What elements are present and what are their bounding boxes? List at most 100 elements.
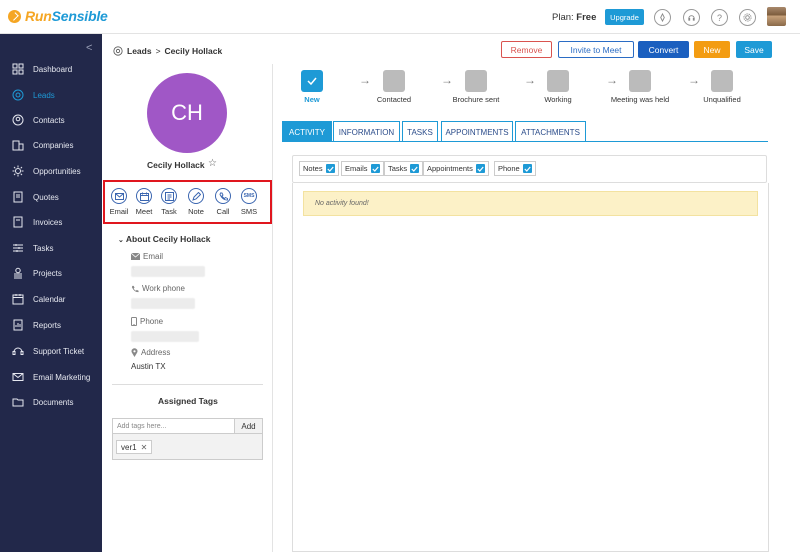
email-action[interactable]: Email xyxy=(108,188,130,216)
call-action[interactable]: Call xyxy=(212,188,234,216)
sidebar-item-quotes[interactable]: Quotes xyxy=(0,186,102,208)
sidebar-item-documents[interactable]: Documents xyxy=(0,391,102,413)
assigned-tags-title: Assigned Tags xyxy=(158,396,218,406)
stage-new-step[interactable] xyxy=(301,70,323,92)
note-action[interactable]: Note xyxy=(185,188,207,216)
sidebar-item-support-ticket[interactable]: Support Ticket xyxy=(0,340,102,362)
call-action-label: Call xyxy=(216,207,230,216)
runsensible-logo[interactable]: RunSensible xyxy=(8,8,108,24)
stage-contacted-label: Contacted xyxy=(376,95,412,104)
filter-emails-label: Emails xyxy=(345,164,368,173)
no-activity-alert: No activity found! xyxy=(303,191,758,216)
phone-icon xyxy=(215,188,231,204)
filter-tasks[interactable]: Tasks xyxy=(384,161,424,176)
favorite-star-icon[interactable]: ☆ xyxy=(208,158,217,169)
lead-avatar: CH xyxy=(147,73,227,153)
mobile-icon xyxy=(131,317,137,326)
stage-unqualified-step[interactable] xyxy=(711,70,733,92)
contacts-icon xyxy=(11,113,25,127)
remove-button[interactable]: Remove xyxy=(501,41,552,58)
breadcrumb: Leads > Cecily Hollack xyxy=(113,46,222,56)
sidebar-item-contacts[interactable]: Contacts xyxy=(0,109,102,131)
add-tag-button[interactable]: Add xyxy=(234,418,263,434)
logo-text-sensible: Sensible xyxy=(51,8,108,24)
stage-working-step[interactable] xyxy=(547,70,569,92)
email-value-redacted[interactable] xyxy=(131,266,205,277)
tab-activity[interactable]: ACTIVITY xyxy=(282,121,332,142)
map-marker-icon xyxy=(131,348,138,357)
phone-field-label: Phone xyxy=(131,317,163,326)
breadcrumb-current: Cecily Hollack xyxy=(164,46,223,56)
tags-input[interactable]: Add tags here... xyxy=(112,418,235,434)
activity-panel xyxy=(292,183,769,552)
upgrade-button[interactable]: Upgrade xyxy=(605,9,644,25)
sms-icon: SMS xyxy=(241,188,257,204)
stage-brochure-sent-step[interactable] xyxy=(465,70,487,92)
collapse-sidebar-icon[interactable]: < xyxy=(86,42,92,54)
tab-tasks[interactable]: TASKS xyxy=(402,121,438,142)
rocket-icon[interactable] xyxy=(654,9,671,26)
tab-attachments[interactable]: ATTACHMENTS xyxy=(515,121,586,142)
note-action-label: Note xyxy=(188,207,204,216)
sidebar-item-projects[interactable]: Projects xyxy=(0,262,102,284)
checkbox-checked-icon xyxy=(325,164,335,173)
breadcrumb-parent[interactable]: Leads xyxy=(127,46,152,56)
work-phone-field-label: Work phone xyxy=(131,284,185,293)
address-label: Address xyxy=(141,348,171,357)
sidebar-item-reports[interactable]: Reports xyxy=(0,314,102,336)
settings-icon[interactable] xyxy=(739,9,756,26)
stage-meeting-held-step[interactable] xyxy=(629,70,651,92)
tab-information[interactable]: INFORMATION xyxy=(333,121,400,142)
leads-icon xyxy=(11,88,25,102)
headset-icon[interactable] xyxy=(683,9,700,26)
sidebar-item-label: Calendar xyxy=(33,294,66,304)
convert-button[interactable]: Convert xyxy=(638,41,689,58)
about-section-title[interactable]: ⌄ About Cecily Hollack xyxy=(118,234,210,244)
sidebar-item-tasks[interactable]: Tasks xyxy=(0,237,102,259)
new-button[interactable]: New xyxy=(694,41,730,58)
sms-action-label: SMS xyxy=(240,207,258,216)
help-icon[interactable]: ? xyxy=(711,9,728,26)
work-phone-label: Work phone xyxy=(142,284,185,293)
sidebar-item-label: Contacts xyxy=(33,115,65,125)
task-action[interactable]: Task xyxy=(158,188,180,216)
arrow-right-icon: → xyxy=(606,73,618,87)
address-field-label: Address xyxy=(131,348,170,357)
meet-icon xyxy=(136,188,152,204)
quotes-icon xyxy=(11,190,25,204)
sidebar-item-email-marketing[interactable]: Email Marketing xyxy=(0,366,102,388)
filter-emails[interactable]: Emails xyxy=(341,161,384,176)
sidebar-item-label: Companies xyxy=(33,140,74,150)
sidebar-item-label: Quotes xyxy=(33,192,59,202)
top-bar: RunSensible Plan: Free Upgrade ? xyxy=(0,0,800,34)
phone-value-redacted[interactable] xyxy=(131,331,199,342)
task-icon xyxy=(161,188,177,204)
email-icon xyxy=(111,188,127,204)
invite-to-meet-button[interactable]: Invite to Meet xyxy=(558,41,634,58)
sms-action[interactable]: SMS SMS xyxy=(238,188,260,216)
sidebar-item-label: Dashboard xyxy=(33,64,73,74)
filter-notes[interactable]: Notes xyxy=(299,161,339,176)
stage-contacted-step[interactable] xyxy=(383,70,405,92)
filter-phone[interactable]: Phone xyxy=(494,161,536,176)
meet-action[interactable]: Meet xyxy=(133,188,155,216)
opportunities-icon xyxy=(11,164,25,178)
remove-tag-icon[interactable]: ✕ xyxy=(141,443,148,452)
sidebar-item-leads[interactable]: Leads xyxy=(0,84,102,106)
sidebar-item-dashboard[interactable]: Dashboard xyxy=(0,58,102,80)
filter-appointments[interactable]: Appointments xyxy=(423,161,489,176)
sidebar-item-companies[interactable]: Companies xyxy=(0,134,102,156)
sidebar-item-invoices[interactable]: Invoices xyxy=(0,211,102,233)
companies-icon xyxy=(11,138,25,152)
filter-appointments-label: Appointments xyxy=(427,164,473,173)
sidebar-item-opportunities[interactable]: Opportunities xyxy=(0,160,102,182)
tab-appointments[interactable]: APPOINTMENTS xyxy=(441,121,513,142)
user-avatar[interactable] xyxy=(767,7,786,26)
checkbox-checked-icon xyxy=(370,164,380,173)
sidebar-item-calendar[interactable]: Calendar xyxy=(0,288,102,310)
tabs-underline xyxy=(282,141,768,142)
tag-chip: ver1 ✕ xyxy=(116,440,153,454)
phone-label: Phone xyxy=(140,317,164,326)
save-button[interactable]: Save xyxy=(736,41,772,58)
work-phone-value-redacted[interactable] xyxy=(131,298,195,309)
